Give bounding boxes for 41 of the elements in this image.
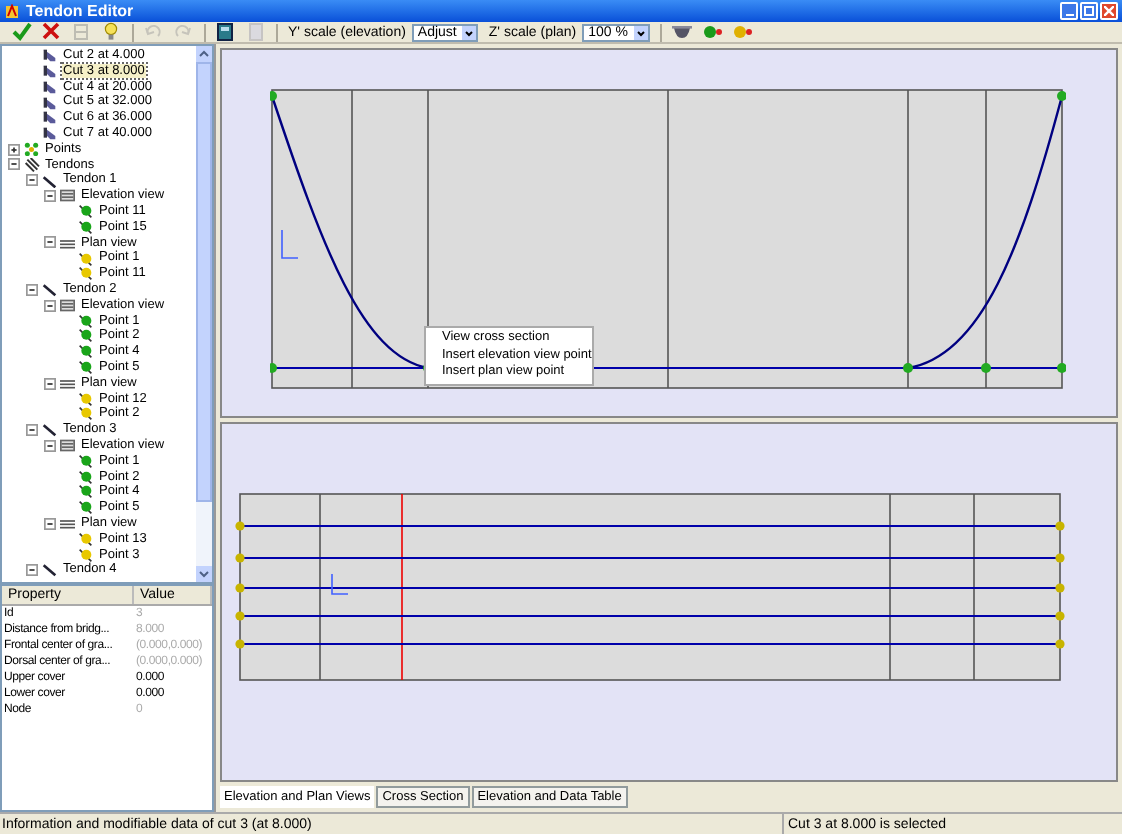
points-icon — [24, 141, 39, 157]
tendon-icon — [42, 173, 57, 189]
collapse-icon[interactable] — [44, 190, 56, 203]
scroll-up-icon[interactable] — [198, 48, 210, 60]
point-icon[interactable] — [702, 22, 722, 42]
cross-icon[interactable] — [42, 22, 62, 42]
bowl-icon[interactable] — [672, 22, 692, 42]
app-icon — [4, 3, 20, 19]
dropdown-arrow-icon[interactable] — [634, 25, 648, 39]
collapse-icon[interactable] — [8, 158, 20, 171]
tendon-icon — [42, 282, 57, 298]
plan-view-icon — [60, 235, 75, 251]
elevation-view-icon — [60, 188, 75, 204]
maximize-button[interactable] — [1080, 2, 1098, 20]
check-icon[interactable] — [12, 22, 32, 42]
collapse-icon[interactable] — [26, 424, 38, 437]
elevation-view-icon — [60, 297, 75, 313]
collapse-icon[interactable] — [26, 564, 38, 577]
book-icon[interactable] — [216, 22, 236, 42]
tendon-icon — [42, 422, 57, 438]
expand-icon[interactable] — [8, 143, 20, 156]
plan-view-icon — [60, 375, 75, 391]
collapse-icon[interactable] — [26, 283, 38, 296]
collapse-icon[interactable] — [44, 517, 56, 530]
window-title: Tendon Editor — [26, 3, 134, 19]
dropdown-arrow-icon[interactable] — [462, 25, 477, 39]
collapse-icon[interactable] — [44, 377, 56, 390]
point-icon[interactable] — [732, 22, 752, 42]
tendons-icon — [24, 157, 39, 173]
plan-view-icon — [60, 516, 75, 532]
collapse-icon[interactable] — [44, 299, 56, 312]
elevation-view-icon — [60, 438, 75, 454]
collapse-icon[interactable] — [26, 174, 38, 187]
bulb-icon[interactable] — [102, 22, 122, 42]
collapse-icon[interactable] — [44, 439, 56, 452]
close-button[interactable] — [1100, 2, 1118, 20]
scroll-down-icon[interactable] — [198, 568, 210, 580]
scrollbar[interactable] — [196, 46, 212, 582]
minimize-button[interactable] — [1060, 2, 1078, 20]
collapse-icon[interactable] — [44, 236, 56, 249]
tendon-icon — [42, 562, 57, 578]
